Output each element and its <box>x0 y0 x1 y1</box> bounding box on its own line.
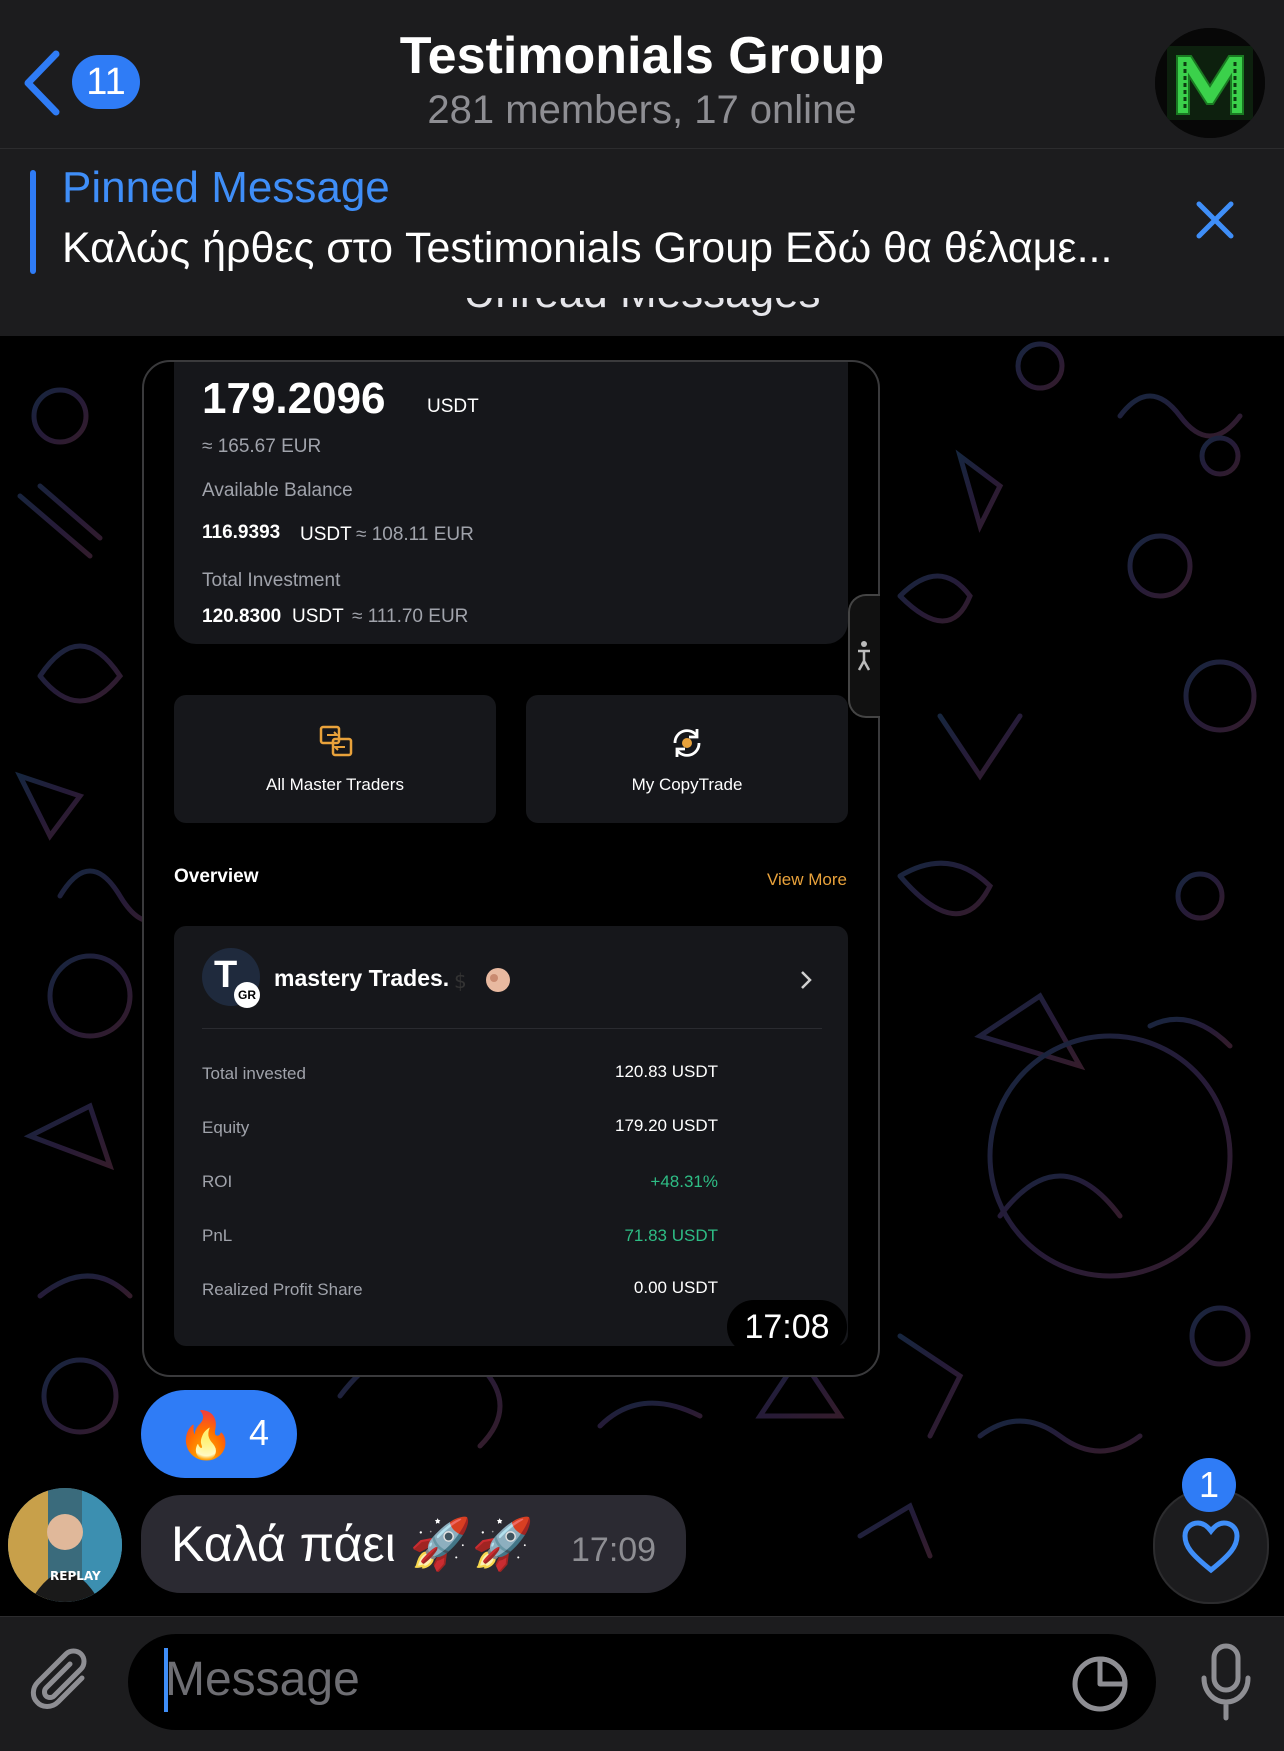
investment-value: 120.8300 <box>202 606 282 627</box>
available-unit: USDT <box>300 524 352 545</box>
row-label-pnl: PnL <box>202 1226 233 1245</box>
row-value-equity: 179.20 USDT <box>615 1116 718 1135</box>
all-master-traders-button[interactable]: All Master Traders <box>174 695 496 823</box>
sender-photo: REPLAY <box>8 1488 122 1602</box>
pinned-accent-bar <box>30 170 36 274</box>
trader-avatar: T GR <box>202 948 260 1008</box>
message-input-placeholder: Message <box>165 1653 360 1706</box>
chevron-right-icon[interactable] <box>798 968 814 992</box>
reaction-chip[interactable]: 🔥 4 <box>141 1390 297 1478</box>
close-icon[interactable] <box>1195 200 1235 240</box>
row-label-equity: Equity <box>202 1118 250 1137</box>
unread-divider-label: Unread Messages <box>0 298 1284 318</box>
row-value-pnl: 71.83 USDT <box>624 1226 718 1245</box>
row-value-roi: +48.31% <box>650 1172 718 1191</box>
overview-label: Overview <box>174 866 259 887</box>
heart-icon <box>1182 1520 1240 1574</box>
microphone-icon[interactable] <box>1196 1642 1256 1722</box>
row-value-total-invested: 120.83 USDT <box>615 1062 718 1081</box>
my-copytrade-label: My CopyTrade <box>631 775 743 794</box>
message-text: Καλά πάει 🚀🚀 <box>171 1516 535 1572</box>
total-eur: ≈ 165.67 EUR <box>202 436 322 457</box>
row-value-realized-profit-share: 0.00 USDT <box>633 1278 718 1297</box>
investment-unit: USDT <box>292 606 344 627</box>
chat-subtitle: 281 members, 17 online <box>427 88 857 132</box>
total-investment-label: Total Investment <box>202 570 341 591</box>
svg-text:$: $ <box>454 969 467 993</box>
group-logo-icon <box>1155 28 1265 138</box>
total-amount: 179.2096 <box>202 374 386 423</box>
row-label-roi: ROI <box>202 1172 233 1191</box>
trader-emoji-icons: $ <box>454 968 510 993</box>
unread-reactions-badge: 1 <box>1182 1458 1236 1512</box>
attach-paperclip-icon[interactable] <box>30 1648 100 1722</box>
all-master-traders-label: All Master Traders <box>266 775 404 794</box>
chat-title[interactable]: Testimonials Group <box>0 26 1284 86</box>
pinned-label: Pinned Message <box>62 163 390 212</box>
svg-text:REPLAY: REPLAY <box>50 1569 101 1583</box>
sender-avatar[interactable]: REPLAY <box>8 1488 122 1602</box>
available-eur: ≈ 108.11 EUR <box>356 524 474 545</box>
available-value: 116.9393 <box>202 522 281 543</box>
row-label-total-invested: Total invested <box>202 1064 306 1083</box>
investment-eur: ≈ 111.70 EUR <box>352 606 469 627</box>
trader-name: mastery Trades. <box>274 965 450 991</box>
copytrade-icon <box>673 729 701 757</box>
unread-divider: Unread Messages <box>0 298 1284 336</box>
my-copytrade-button[interactable]: My CopyTrade <box>526 695 848 823</box>
trader-card-divider <box>202 1028 822 1029</box>
group-avatar[interactable] <box>1155 28 1265 138</box>
total-unit: USDT <box>427 396 479 417</box>
pinned-text: Καλώς ήρθες στο Testimonials Group Εδώ θ… <box>62 224 1113 272</box>
fire-emoji-icon: 🔥 <box>177 1409 235 1461</box>
row-label-realized-profit-share: Realized Profit Share <box>202 1280 363 1299</box>
accessibility-handle[interactable] <box>848 594 880 718</box>
message-bubble[interactable]: Καλά πάει 🚀🚀 17:09 <box>141 1495 686 1593</box>
trader-country-badge: GR <box>234 982 260 1008</box>
message-screenshot[interactable]: 179.2096 USDT ≈ 165.67 EUR Available Bal… <box>142 360 880 1377</box>
message-time: 17:09 <box>571 1531 657 1569</box>
reaction-count: 4 <box>249 1412 270 1453</box>
view-more-link[interactable]: View More <box>767 870 847 890</box>
sticker-icon[interactable] <box>1070 1654 1130 1714</box>
available-balance-label: Available Balance <box>202 480 353 501</box>
accessibility-icon <box>857 641 871 671</box>
swap-icon <box>319 725 353 757</box>
screenshot-timestamp: 17:08 <box>727 1300 847 1354</box>
